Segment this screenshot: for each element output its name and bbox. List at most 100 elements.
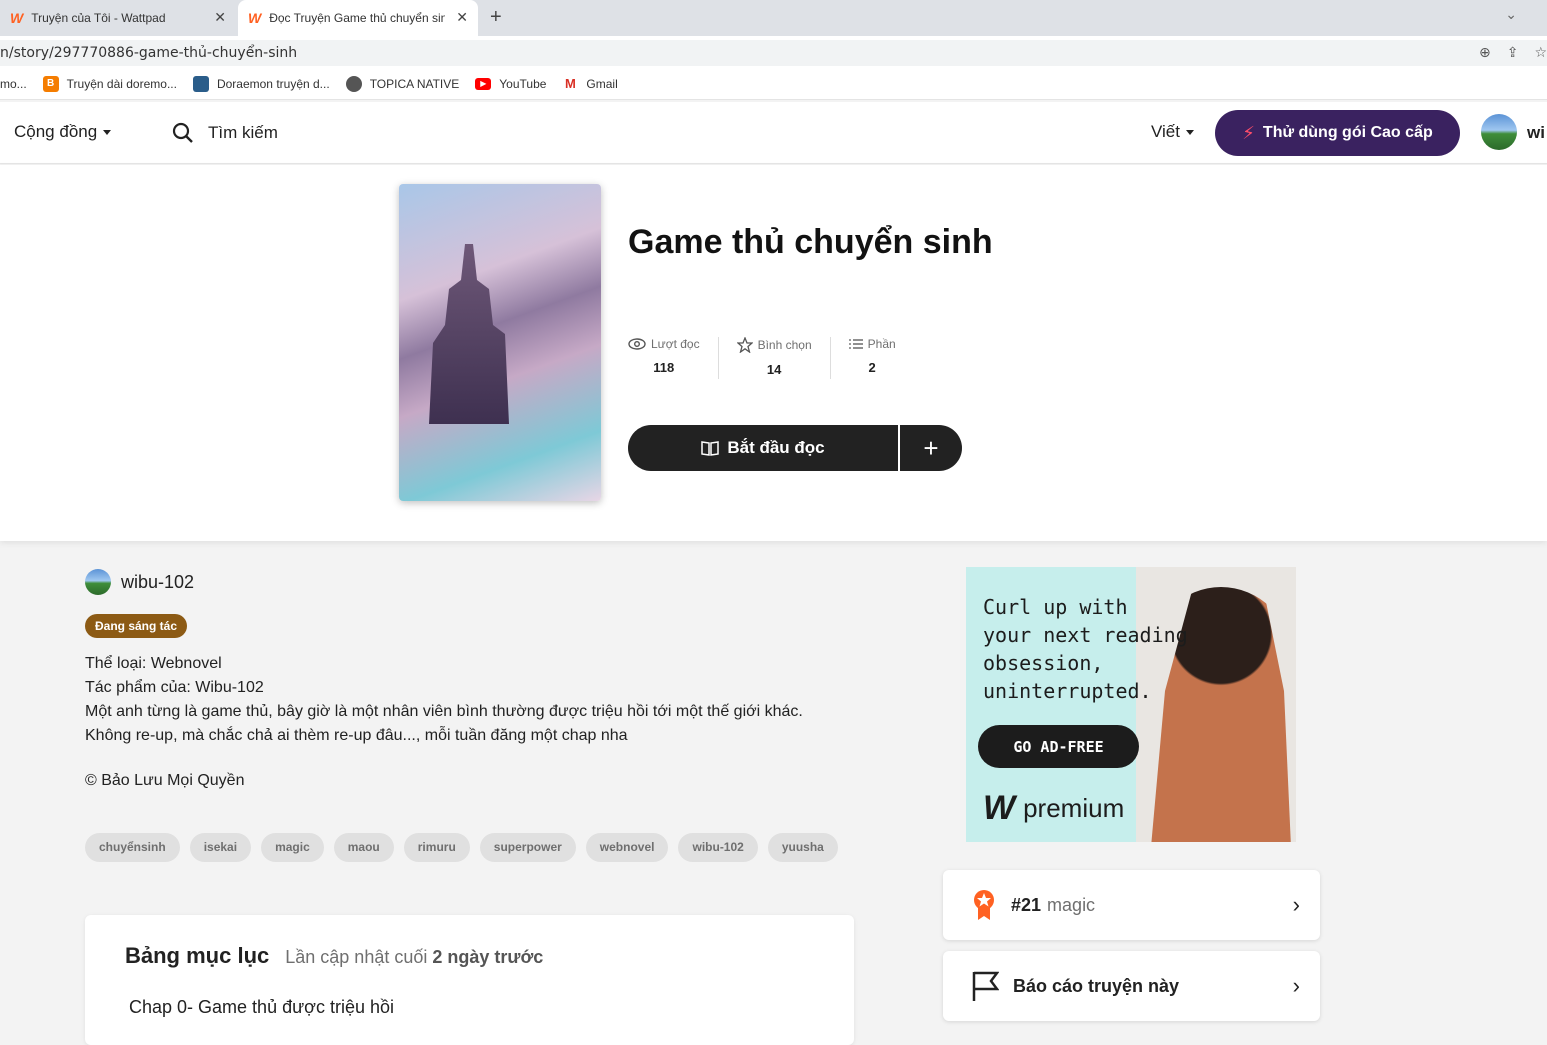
star-icon [736,337,753,353]
bookmark-item[interactable]: M Gmail [562,75,618,92]
bookmark-item[interactable]: Doraemon truyện d... [192,75,330,92]
community-label: Cộng đồng [14,122,98,141]
caret-down-icon [1186,129,1194,135]
close-icon[interactable]: ✕ [214,9,226,26]
plus-icon: + [923,432,939,463]
browser-tab-active[interactable]: W Đọc Truyện Game thủ chuyển sinh ✕ [238,0,478,36]
url-field[interactable]: n/story/297770886-game-thủ-chuyển-sinh [0,40,1547,66]
bookmark-label: Truyện dài doremo... [66,76,177,91]
site-header: Cộng đồng Tìm kiếm Viết ⚡ Thử dùng gói C… [0,102,1547,164]
share-icon[interactable]: ⇪ [1507,44,1519,61]
try-premium-button[interactable]: ⚡ Thử dùng gói Cao cấp [1215,110,1460,156]
go-ad-free-button[interactable]: GO AD-FREE [978,725,1139,768]
tag-chip[interactable]: webnovel [585,833,669,862]
bookmark-label: TOPICA NATIVE [369,76,460,91]
tag-chip[interactable]: superpower [479,833,576,862]
stat-label: Phần [867,337,896,351]
description-line: Một anh từng là game thủ, bây giờ là một… [85,703,803,720]
blogger-icon: B [42,75,59,92]
gmail-icon: M [562,75,579,92]
story-title: Game thủ chuyển sinh [628,223,993,261]
add-to-library-button[interactable]: + [900,425,962,471]
chapter-link[interactable]: Chap 0- Game thủ được triệu hồi [129,997,394,1018]
tag-chip[interactable]: chuyểnsinh [85,833,180,862]
bookmark-item[interactable]: mo... [0,77,27,91]
tab-title: Truyện của Tôi - Wattpad [31,11,166,25]
avatar[interactable] [1481,114,1517,150]
tag-chip[interactable]: yuusha [767,833,838,862]
stat-value: 2 [868,360,876,375]
globe-icon [345,75,362,92]
community-menu[interactable]: Cộng đồng [14,122,112,142]
premium-ad[interactable]: Curl up with your next reading obsession… [966,567,1296,842]
wattpad-logo-icon: W [10,10,24,26]
browser-tab[interactable]: W Truyện của Tôi - Wattpad ✕ [0,0,236,36]
stat-votes: Bình chọn 14 [719,337,831,379]
wattpad-logo-icon: W [248,10,262,26]
ranking-card[interactable]: #21 magic › [943,870,1320,940]
bookmark-item[interactable]: B Truyện dài doremo... [42,75,177,92]
ad-logo: W premium [983,789,1124,828]
search-label: Tìm kiếm [208,123,278,142]
eye-icon [628,338,646,350]
toc-title: Bảng mục lục [125,943,270,968]
tag-chip[interactable]: magic [261,833,324,862]
stat-label: Bình chọn [757,338,812,352]
status-badge: Đang sáng tác [85,614,188,638]
tag-list: chuyểnsinh isekai magic maou rimuru supe… [85,833,838,862]
username-label[interactable]: wi [1527,123,1545,143]
flag-icon [972,971,999,1001]
tag-chip[interactable]: isekai [189,833,252,862]
chevron-right-icon: › [1292,973,1300,998]
tag-chip[interactable]: maou [333,833,394,862]
ribbon-badge-icon [974,890,994,920]
new-tab-icon[interactable]: + [490,6,502,29]
bookmark-item[interactable]: ▶ YouTube [475,77,546,91]
story-cover-image [399,184,601,501]
story-hero: Game thủ chuyển sinh Lượt đọc 118 Bình c… [0,165,1547,541]
bookmark-star-icon[interactable]: ☆ [1534,44,1547,61]
lightning-icon: ⚡ [1242,122,1255,143]
stat-parts: Phần 2 [831,337,914,379]
description-line: Tác phẩm của: Wibu-102 [85,679,264,696]
toc-updated-value: 2 ngày trước [432,947,544,967]
report-story-card[interactable]: Báo cáo truyện này › [943,951,1320,1021]
cover-castle-art [429,244,509,424]
ad-text: Curl up with your next reading obsession… [983,593,1188,705]
chevron-right-icon: › [1292,892,1300,917]
author-link[interactable]: wibu-102 [85,569,194,595]
write-menu[interactable]: Viết [1151,122,1194,142]
bookmark-label: Doraemon truyện d... [216,76,330,91]
start-reading-button[interactable]: Bắt đầu đọc [628,425,898,471]
toc-updated: Lần cập nhật cuối 2 ngày trước [285,947,543,968]
description-line: Thể loại: Webnovel [85,655,222,672]
tag-chip[interactable]: rimuru [403,833,470,862]
book-open-icon [701,441,720,456]
zoom-icon[interactable]: ⊕ [1479,44,1491,61]
search-button[interactable]: Tìm kiếm [172,122,278,144]
table-of-contents: Bảng mục lục Lần cập nhật cuối 2 ngày tr… [85,915,854,1045]
bookmark-label: Gmail [586,76,618,91]
author-avatar [85,569,111,595]
stat-reads: Lượt đọc 118 [628,337,719,379]
ad-logo-text: premium [1023,793,1125,823]
bookmark-label: mo... [0,76,27,91]
address-bar: n/story/297770886-game-thủ-chuyển-sinh ⊕… [0,36,1547,68]
chevron-down-icon[interactable]: ⌄ [1505,6,1517,23]
ad-text-line: uninterrupted. [983,679,1152,703]
ad-text-line: your next reading [983,623,1188,647]
write-label: Viết [1151,122,1180,141]
story-stats: Lượt đọc 118 Bình chọn 14 Phần 2 [628,337,914,379]
bookmark-item[interactable]: TOPICA NATIVE [345,75,460,92]
rank-tag: magic [1047,894,1096,915]
browser-tab-bar: W Truyện của Tôi - Wattpad ✕ W Đọc Truyệ… [0,0,1547,36]
report-label: Báo cáo truyện này [1013,975,1180,996]
tag-chip[interactable]: wibu-102 [678,833,758,862]
caret-down-icon [103,129,112,135]
bookmarks-bar: mo... B Truyện dài doremo... Doraemon tr… [0,68,1547,100]
list-icon [848,339,863,349]
rank-number: #21 [1011,894,1042,915]
stat-value: 118 [653,360,675,375]
close-icon[interactable]: ✕ [456,9,468,26]
tab-title: Đọc Truyện Game thủ chuyển sinh [269,11,446,25]
